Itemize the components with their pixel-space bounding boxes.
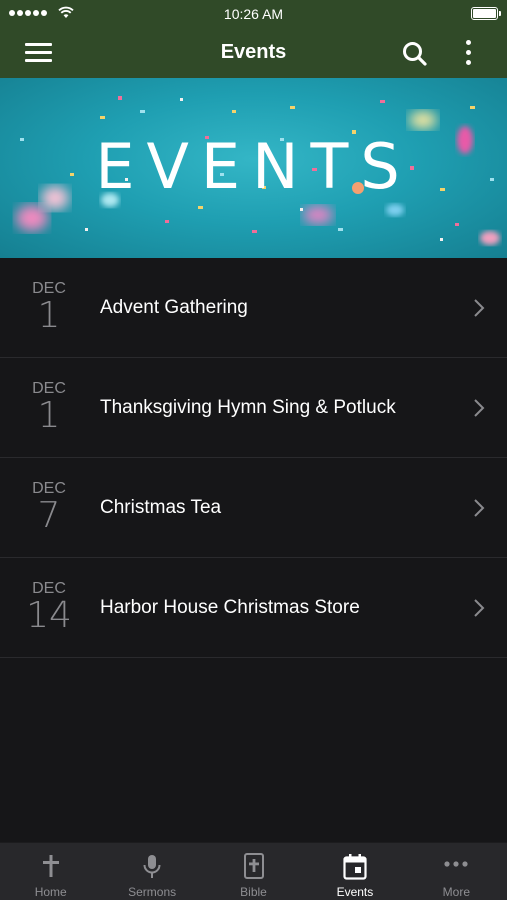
- event-name: Christmas Tea: [100, 497, 222, 518]
- nav-bar: Events: [0, 28, 507, 78]
- tab-bar: Home Sermons Bible Events More: [0, 842, 507, 900]
- microphone-icon: [143, 855, 161, 878]
- event-name: Thanksgiving Hymn Sing & Potluck: [100, 397, 396, 418]
- tab-home[interactable]: Home: [0, 843, 101, 900]
- event-row[interactable]: DEC 14 Harbor House Christmas Store: [0, 558, 507, 658]
- event-day: 1: [37, 395, 61, 436]
- event-day: 7: [37, 495, 61, 536]
- tab-events[interactable]: Events: [304, 843, 405, 900]
- tab-label: Events: [336, 885, 374, 899]
- page-title: Events: [220, 41, 287, 63]
- cross-icon: [42, 855, 59, 877]
- event-row[interactable]: DEC 1 Thanksgiving Hymn Sing & Potluck: [0, 358, 507, 458]
- banner-title: EVENTS: [95, 130, 412, 203]
- tab-label: Home: [34, 885, 67, 899]
- event-day: 1: [37, 295, 61, 336]
- event-name: Harbor House Christmas Store: [100, 597, 360, 618]
- bible-icon: [243, 853, 264, 879]
- calendar-icon: [343, 854, 367, 880]
- search-icon[interactable]: [400, 39, 430, 69]
- tab-bible[interactable]: Bible: [203, 843, 304, 900]
- ellipsis-icon: [444, 861, 468, 867]
- tab-label: More: [442, 885, 470, 899]
- events-banner: EVENTS: [0, 78, 507, 258]
- tab-label: Bible: [240, 885, 267, 899]
- status-bar: 10:26 AM: [0, 0, 507, 28]
- event-row[interactable]: DEC 1 Advent Gathering: [0, 258, 507, 358]
- tab-sermons[interactable]: Sermons: [101, 843, 202, 900]
- tab-more[interactable]: More: [406, 843, 507, 900]
- chevron-right-icon: [474, 599, 485, 617]
- chevron-right-icon: [474, 299, 485, 317]
- event-list: DEC 1 Advent Gathering DEC 1 Thanksgivin…: [0, 258, 507, 658]
- chevron-right-icon: [474, 499, 485, 517]
- status-time: 10:26 AM: [223, 6, 284, 22]
- more-options-button[interactable]: [456, 38, 480, 68]
- event-name: Advent Gathering: [100, 297, 248, 318]
- event-row[interactable]: DEC 7 Christmas Tea: [0, 458, 507, 558]
- battery-icon: [471, 7, 501, 20]
- event-day: 14: [26, 595, 72, 636]
- chevron-right-icon: [474, 399, 485, 417]
- tab-label: Sermons: [128, 885, 177, 899]
